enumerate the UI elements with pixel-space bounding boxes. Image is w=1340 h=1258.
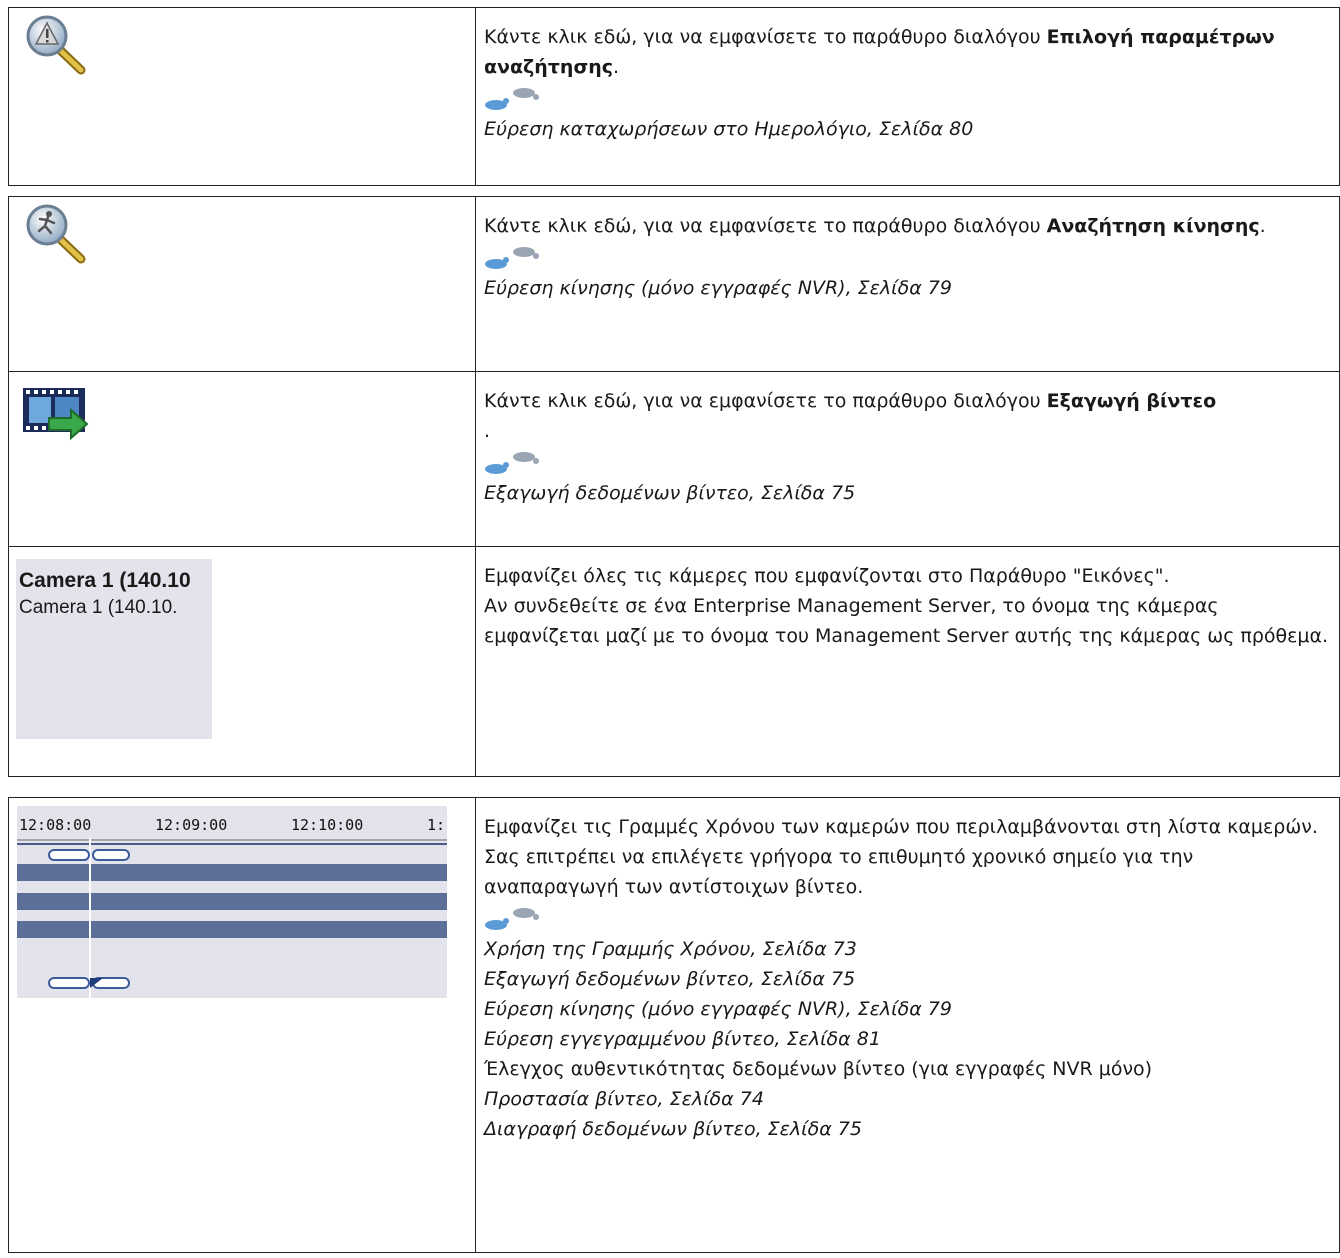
cross-reference-link[interactable]: Διαγραφή δεδομένων βίντεο, Σελίδα 75 bbox=[484, 1114, 1331, 1144]
timeline-tick-label: 12:09:00 bbox=[155, 816, 227, 834]
description-line: Εμφανίζει όλες τις κάμερες που εμφανίζον… bbox=[484, 565, 1170, 587]
description-cell: Κάντε κλικ εδώ, για να εμφανίσετε το παρ… bbox=[475, 371, 1340, 547]
description-text: Κάντε κλικ εδώ, για να εμφανίσετε το παρ… bbox=[484, 26, 1047, 48]
range-start-handle-bottom[interactable] bbox=[48, 977, 90, 989]
icon-cell: Camera 1 (140.10 Camera 1 (140.10. bbox=[8, 546, 476, 777]
table-3: 12:08:00 12:09:00 12:10:00 1: Εμφανίζει … bbox=[8, 797, 1340, 1253]
cross-reference-link[interactable]: Εύρεση καταχωρήσεων στο Ημερολόγιο, Σελί… bbox=[484, 114, 1331, 144]
description-line: Σας επιτρέπει να επιλέγετε γρήγορα το επ… bbox=[484, 846, 1194, 898]
timeline-panel[interactable]: 12:08:00 12:09:00 12:10:00 1: bbox=[17, 806, 447, 1006]
cross-reference-link[interactable]: Εξαγωγή δεδομένων βίντεο, Σελίδα 75 bbox=[484, 478, 1331, 508]
related-topics-icon bbox=[484, 904, 1331, 934]
table-1: Κάντε κλικ εδώ, για να εμφανίσετε το παρ… bbox=[8, 7, 1340, 186]
table-2: Κάντε κλικ εδώ, για να εμφανίσετε το παρ… bbox=[8, 196, 1340, 777]
description-cell: Εμφανίζει όλες τις κάμερες που εμφανίζον… bbox=[475, 546, 1340, 777]
alarm-search-icon[interactable] bbox=[23, 14, 103, 84]
cross-reference-link[interactable]: Εύρεση εγγεγραμμένου βίντεο, Σελίδα 81 bbox=[484, 1024, 1331, 1054]
camera-list-item[interactable]: Camera 1 (140.10. bbox=[16, 595, 212, 621]
cross-reference-link[interactable]: Εξαγωγή δεδομένων βίντεο, Σελίδα 75 bbox=[484, 964, 1331, 994]
cross-reference-link[interactable]: Προστασία βίντεο, Σελίδα 74 bbox=[484, 1084, 1331, 1114]
timeline-tick-label: 12:08:00 bbox=[19, 816, 91, 834]
timeline-track[interactable] bbox=[17, 893, 447, 910]
range-start-handle[interactable] bbox=[48, 849, 90, 861]
camera-list[interactable]: Camera 1 (140.10 Camera 1 (140.10. bbox=[16, 559, 212, 739]
period: . bbox=[484, 420, 491, 442]
icon-cell bbox=[8, 196, 476, 372]
icon-cell: 12:08:00 12:09:00 12:10:00 1: bbox=[8, 797, 476, 1253]
description-text: Κάντε κλικ εδώ, για να εμφανίσετε το παρ… bbox=[484, 215, 1047, 237]
cross-reference-link[interactable]: Εύρεση κίνησης (μόνο εγγραφές NVR), Σελί… bbox=[484, 273, 1331, 303]
related-topics-icon bbox=[484, 84, 1331, 114]
description-line: Αν συνδεθείτε σε ένα Enterprise Manageme… bbox=[484, 595, 1329, 647]
video-export-icon[interactable] bbox=[23, 386, 103, 456]
period: . bbox=[1259, 215, 1266, 237]
timeline-tick-label: 12:10:00 bbox=[291, 816, 363, 834]
dialog-name: Αναζήτηση κίνησης bbox=[1046, 215, 1260, 237]
range-end-handle[interactable] bbox=[92, 849, 130, 861]
timeline-tick-label: 1: bbox=[427, 816, 445, 834]
description-cell: Κάντε κλικ εδώ, για να εμφανίσετε το παρ… bbox=[475, 196, 1340, 372]
icon-cell bbox=[8, 7, 476, 186]
description-line: Έλεγχος αυθεντικότητας δεδομένων βίντεο … bbox=[484, 1058, 1153, 1080]
description-cell: Εμφανίζει τις Γραμμές Χρόνου των καμερών… bbox=[475, 797, 1340, 1253]
period: . bbox=[613, 56, 620, 78]
dialog-name: Εξαγωγή βίντεο bbox=[1046, 390, 1217, 412]
camera-list-item-selected[interactable]: Camera 1 (140.10 bbox=[16, 567, 212, 595]
cross-reference-link[interactable]: Εύρεση κίνησης (μόνο εγγραφές NVR), Σελί… bbox=[484, 994, 1331, 1024]
related-topics-icon bbox=[484, 448, 1331, 478]
related-topics-icon bbox=[484, 243, 1331, 273]
description-line: Εμφανίζει τις Γραμμές Χρόνου των καμερών… bbox=[484, 816, 1318, 838]
timeline-track[interactable] bbox=[17, 921, 447, 938]
description-cell: Κάντε κλικ εδώ, για να εμφανίσετε το παρ… bbox=[475, 7, 1340, 186]
motion-search-icon[interactable] bbox=[23, 203, 103, 273]
description-text: Κάντε κλικ εδώ, για να εμφανίσετε το παρ… bbox=[484, 390, 1047, 412]
timeline-track[interactable] bbox=[17, 864, 447, 881]
icon-cell bbox=[8, 371, 476, 547]
cross-reference-link[interactable]: Χρήση της Γραμμής Χρόνου, Σελίδα 73 bbox=[484, 934, 1331, 964]
